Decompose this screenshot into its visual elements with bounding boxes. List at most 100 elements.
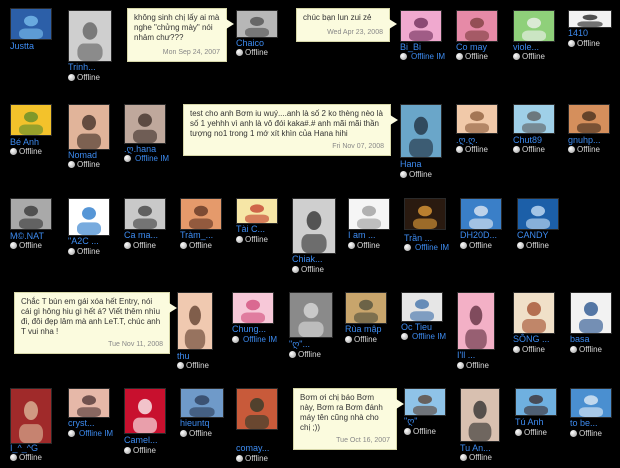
friend-card[interactable]: .ღ.ღ. Offline xyxy=(456,104,498,154)
avatar[interactable] xyxy=(68,10,112,62)
friend-name[interactable]: cryst... xyxy=(68,418,95,428)
friend-name[interactable]: Rùa mập xyxy=(345,324,382,334)
friend-card[interactable]: Tài C... Offline xyxy=(236,198,278,244)
friend-card[interactable]: viole... Offline xyxy=(513,10,555,61)
friend-card[interactable]: SÔNG ... Offline xyxy=(513,292,555,354)
avatar[interactable] xyxy=(124,104,166,144)
friend-name[interactable]: Chaico xyxy=(236,38,264,48)
friend-card[interactable]: "ღ" Offline xyxy=(404,388,446,436)
friend-name[interactable]: Chut89 xyxy=(513,135,542,145)
avatar[interactable] xyxy=(124,198,166,230)
avatar[interactable] xyxy=(292,198,336,254)
friend-name[interactable]: Chung... xyxy=(232,324,266,334)
friend-name[interactable]: Oc Tieu xyxy=(401,322,432,332)
friend-name[interactable]: SÔNG ... xyxy=(513,334,550,344)
friend-name[interactable]: Tu An... xyxy=(460,443,491,453)
friend-card[interactable]: Bé Anh Offline xyxy=(10,104,52,156)
avatar[interactable] xyxy=(456,10,498,42)
friend-card[interactable]: Trần ... Offline IM xyxy=(404,198,449,252)
friend-name[interactable]: I'll ... xyxy=(457,350,475,360)
avatar[interactable] xyxy=(68,388,110,418)
avatar[interactable] xyxy=(568,104,610,134)
friend-name[interactable]: Trần ... xyxy=(404,233,432,243)
friend-card[interactable]: basa Offline xyxy=(570,292,612,354)
avatar[interactable] xyxy=(10,198,52,230)
friend-name[interactable]: 1410 xyxy=(568,28,588,38)
friend-name[interactable]: gnuhp... xyxy=(568,135,601,145)
friend-card[interactable]: "ღ"... Offline xyxy=(289,292,333,359)
avatar[interactable] xyxy=(236,388,278,430)
avatar[interactable] xyxy=(404,198,446,230)
friend-name[interactable]: Tài C... xyxy=(236,224,265,234)
friend-name[interactable]: Bé Anh xyxy=(10,137,39,147)
avatar[interactable] xyxy=(10,104,52,136)
friend-card[interactable]: Trinh... Offline xyxy=(68,10,112,82)
friend-name[interactable]: M©.NAT xyxy=(10,231,44,241)
friend-name[interactable]: comay... xyxy=(236,443,269,453)
friend-card[interactable]: I'll ... Offline xyxy=(457,292,495,370)
friend-name[interactable]: "ღ"... xyxy=(289,339,310,349)
avatar[interactable] xyxy=(513,104,555,134)
friend-card[interactable]: Chung... Offline IM xyxy=(232,292,277,344)
friend-name[interactable]: Bi_Bi xyxy=(400,42,421,52)
avatar[interactable] xyxy=(568,10,612,28)
avatar[interactable] xyxy=(236,10,278,38)
avatar[interactable] xyxy=(513,10,555,42)
friend-name[interactable]: "A2C ... xyxy=(68,236,99,246)
friend-card[interactable]: Oc Tieu Offline IM xyxy=(401,292,446,341)
avatar[interactable] xyxy=(460,198,502,230)
avatar[interactable] xyxy=(513,292,555,334)
avatar[interactable] xyxy=(515,388,557,416)
friend-card[interactable]: Justta xyxy=(10,8,52,51)
friend-name[interactable]: viole... xyxy=(513,42,539,52)
friend-card[interactable]: Chiak... Offline xyxy=(292,198,336,274)
friend-name[interactable]: Tú Anh xyxy=(515,417,544,427)
friend-card[interactable]: Co may Offline xyxy=(456,10,498,61)
friend-name[interactable]: Nomad xyxy=(68,150,97,160)
friend-name[interactable]: Justta xyxy=(10,41,34,51)
friend-card[interactable]: Nomad Offline xyxy=(68,104,110,169)
friend-name[interactable]: hieuntq xyxy=(180,418,210,428)
friend-card[interactable]: Chut89 Offline xyxy=(513,104,555,154)
friend-name[interactable]: Camel... xyxy=(124,435,158,445)
friend-card[interactable]: .ღ.hana Offline IM xyxy=(124,104,169,163)
avatar[interactable] xyxy=(400,104,442,158)
friend-name[interactable]: CANDY xyxy=(517,230,549,240)
friend-name[interactable]: Chiak... xyxy=(292,254,323,264)
friend-name[interactable]: I am ... xyxy=(348,230,376,240)
friend-name[interactable]: to be... xyxy=(570,418,598,428)
friend-card[interactable]: Tu An... Offline xyxy=(460,388,500,462)
friend-name[interactable]: I_^_^G xyxy=(10,443,38,453)
friend-card[interactable]: Tràm_... Offline xyxy=(180,198,222,250)
avatar[interactable] xyxy=(236,198,278,224)
friend-card[interactable]: M©.NAT Offline xyxy=(10,198,52,250)
friend-card[interactable]: Camel... Offline xyxy=(124,388,166,455)
friend-name[interactable]: Trinh... xyxy=(68,62,96,72)
avatar[interactable] xyxy=(348,198,390,230)
friend-card[interactable]: DH20D... Offline xyxy=(460,198,502,250)
friend-card[interactable]: Hana Offline xyxy=(400,104,442,179)
avatar[interactable] xyxy=(180,198,222,230)
friend-card[interactable]: Ca ma... Offline xyxy=(124,198,166,250)
friend-card[interactable]: hieuntq Offline xyxy=(180,388,224,438)
friend-card[interactable]: comay... Offline xyxy=(236,388,278,463)
avatar[interactable] xyxy=(289,292,333,338)
friend-card[interactable]: Chaico Offline xyxy=(236,10,278,57)
friend-name[interactable]: Co may xyxy=(456,42,487,52)
friend-name[interactable]: .ღ.ღ. xyxy=(456,135,478,145)
avatar[interactable] xyxy=(401,292,443,322)
friend-card[interactable]: thu Offline xyxy=(177,292,213,370)
avatar[interactable] xyxy=(68,198,110,236)
friend-card[interactable]: Bi_Bi Offline IM xyxy=(400,10,445,61)
avatar[interactable] xyxy=(232,292,274,324)
friend-name[interactable]: Hana xyxy=(400,159,422,169)
friend-name[interactable]: Ca ma... xyxy=(124,230,158,240)
avatar[interactable] xyxy=(180,388,224,418)
friend-card[interactable]: I am ... Offline xyxy=(348,198,390,250)
avatar[interactable] xyxy=(460,388,500,442)
avatar[interactable] xyxy=(124,388,166,434)
avatar[interactable] xyxy=(570,292,612,334)
friend-card[interactable]: "A2C ... Offline xyxy=(68,198,110,256)
avatar[interactable] xyxy=(345,292,387,324)
friend-name[interactable]: thu xyxy=(177,351,190,361)
